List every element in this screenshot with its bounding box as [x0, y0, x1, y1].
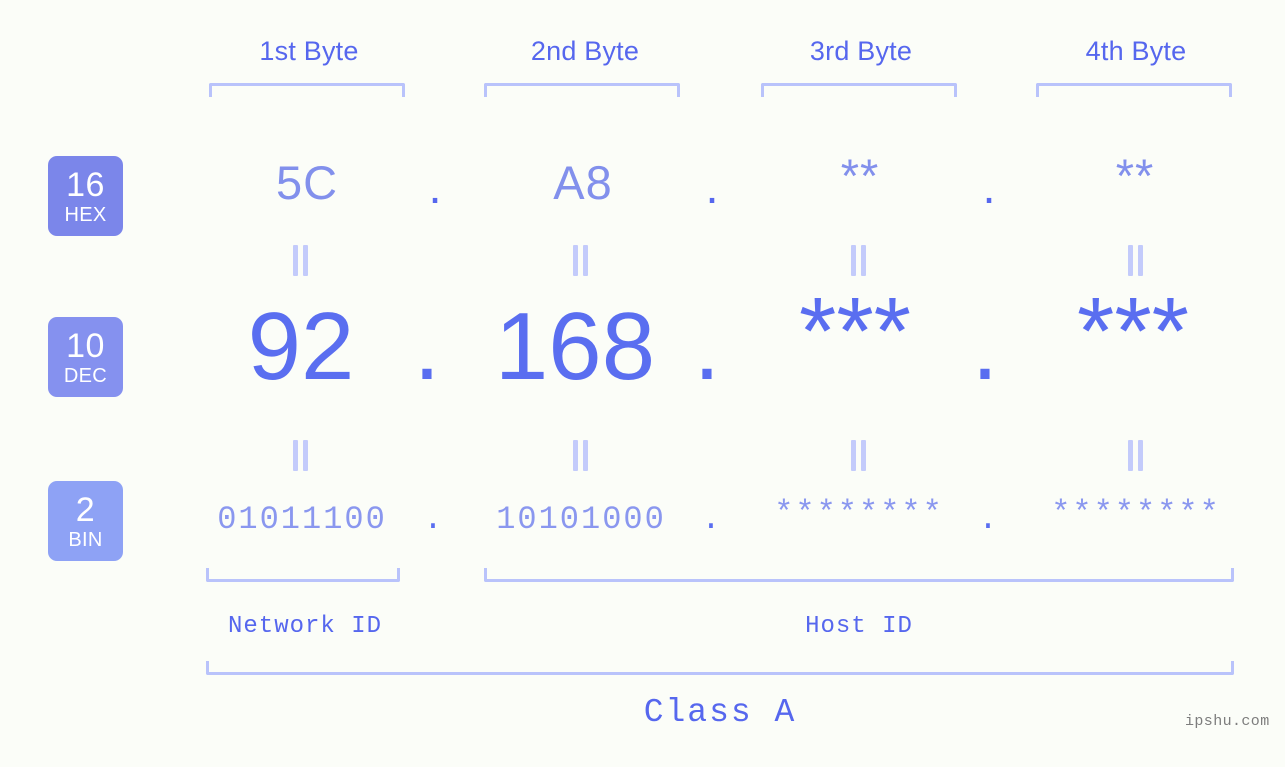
base-badge-dec: 10 DEC: [48, 317, 123, 397]
base-badge-bin-name: BIN: [68, 528, 103, 551]
connector-bar: [861, 440, 866, 471]
connector-bar: [861, 245, 866, 276]
base-badge-bin: 2 BIN: [48, 481, 123, 561]
base-badge-dec-name: DEC: [63, 364, 108, 387]
connector-bar: [573, 245, 578, 276]
dec-byte-3: ***: [798, 278, 912, 385]
dec-separator-2: .: [693, 293, 721, 400]
watermark-ipshu: ipshu.com: [1185, 713, 1270, 730]
connector-bar: [293, 245, 298, 276]
base-badge-hex-number: 16: [66, 165, 105, 204]
hex-byte-3: **: [840, 149, 880, 202]
bin-separator-3: .: [978, 501, 998, 538]
connector-bar: [573, 440, 578, 471]
connector-bar: [583, 440, 588, 471]
base-badge-dec-number: 10: [66, 326, 105, 365]
hex-separator-3: .: [982, 160, 996, 213]
connector-bar: [1138, 440, 1143, 471]
byte-bracket-3: [761, 83, 957, 97]
dec-byte-2: 168: [494, 293, 656, 400]
connector-dec-bin-1: [293, 440, 311, 471]
network-id-bracket: [206, 568, 400, 582]
dec-separator-1: .: [413, 293, 441, 400]
class-label: Class A: [643, 694, 797, 731]
connector-hex-dec-2: [573, 245, 591, 276]
hex-separator-2: .: [705, 160, 719, 213]
network-id-label: Network ID: [227, 613, 383, 640]
connector-bar: [1128, 245, 1133, 276]
bin-separator-2: .: [701, 501, 721, 538]
connector-bar: [303, 440, 308, 471]
bin-byte-4: ********: [1051, 495, 1221, 532]
byte-bracket-1: [209, 83, 405, 97]
connector-hex-dec-3: [851, 245, 869, 276]
connector-bar: [303, 245, 308, 276]
byte-header-4: 4th Byte: [1085, 36, 1187, 66]
bin-byte-1: 01011100: [217, 501, 387, 538]
bin-byte-3: ********: [774, 495, 944, 532]
base-badge-hex-name: HEX: [64, 203, 107, 226]
connector-dec-bin-3: [851, 440, 869, 471]
bin-separator-1: .: [423, 501, 443, 538]
connector-bar: [583, 245, 588, 276]
connector-bar: [293, 440, 298, 471]
byte-header-3: 3rd Byte: [809, 36, 913, 66]
connector-dec-bin-2: [573, 440, 591, 471]
host-id-bracket: [484, 568, 1234, 582]
base-badge-hex: 16 HEX: [48, 156, 123, 236]
byte-header-1: 1st Byte: [259, 36, 359, 66]
ip-address-breakdown-diagram: 1st Byte 2nd Byte 3rd Byte 4th Byte 16 H…: [0, 0, 1285, 767]
hex-byte-2: A8: [553, 156, 613, 209]
hex-separator-1: .: [428, 160, 442, 213]
connector-bar: [851, 245, 856, 276]
connector-bar: [1128, 440, 1133, 471]
connector-bar: [1138, 245, 1143, 276]
host-id-label: Host ID: [805, 613, 913, 640]
connector-bar: [851, 440, 856, 471]
hex-byte-4: **: [1115, 149, 1155, 202]
hex-byte-1: 5C: [275, 156, 339, 209]
connector-hex-dec-1: [293, 245, 311, 276]
bin-byte-2: 10101000: [496, 501, 666, 538]
base-badge-bin-number: 2: [75, 490, 96, 529]
dec-separator-3: .: [971, 293, 999, 400]
class-bracket: [206, 661, 1234, 675]
byte-header-2: 2nd Byte: [530, 36, 640, 66]
connector-hex-dec-4: [1128, 245, 1146, 276]
dec-byte-4: ***: [1076, 278, 1190, 385]
byte-bracket-2: [484, 83, 680, 97]
connector-dec-bin-4: [1128, 440, 1146, 471]
byte-bracket-4: [1036, 83, 1232, 97]
dec-byte-1: 92: [247, 293, 355, 400]
